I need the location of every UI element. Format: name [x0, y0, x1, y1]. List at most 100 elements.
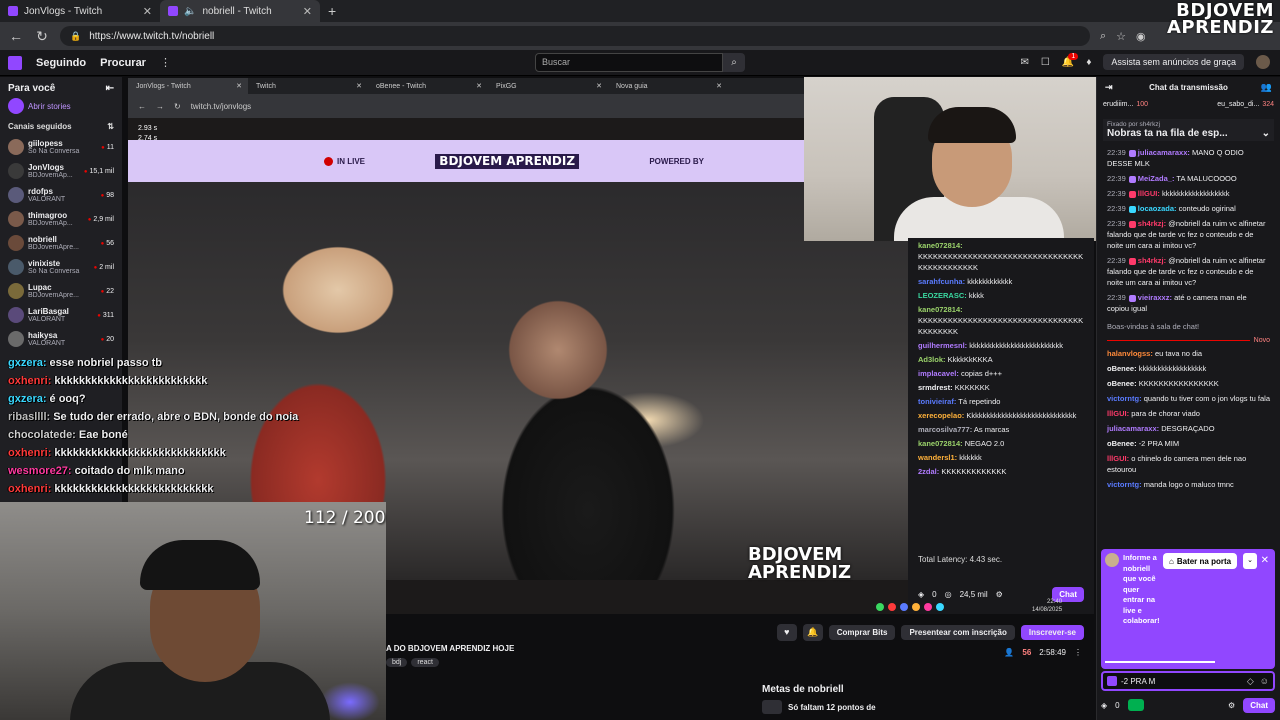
chat-username[interactable]: lllGUI:: [1107, 454, 1129, 463]
sort-icon[interactable]: ⇅: [107, 122, 114, 131]
extension-icon[interactable]: ◉: [1136, 30, 1146, 43]
sidebar-channel-item[interactable]: haikysaVALORANT 20: [0, 327, 122, 351]
gift-sub-button[interactable]: Presentear com inscrição: [901, 625, 1015, 640]
tag-chip[interactable]: bdj: [386, 658, 408, 667]
users-icon[interactable]: 👥: [1261, 82, 1272, 93]
buy-bits-button[interactable]: Comprar Bits: [828, 625, 896, 640]
collapse-chat-icon[interactable]: ⇥: [1105, 82, 1113, 93]
chat-username[interactable]: lllGUI:: [1138, 189, 1160, 198]
sidebar-channel-item[interactable]: LariBasgalVALORANT 311: [0, 303, 122, 327]
more-icon[interactable]: ⋮: [160, 56, 171, 69]
chat-username[interactable]: oBenee:: [1107, 439, 1137, 448]
inner-browser-tab[interactable]: PixGG ✕: [488, 78, 608, 94]
chevron-down-icon[interactable]: ⌄: [1262, 128, 1270, 139]
pinned-message[interactable]: Fixado por sh4rkzj Nobras ta na fila de …: [1103, 119, 1274, 141]
nav-browse[interactable]: Procurar: [100, 57, 146, 69]
sidebar-channel-item[interactable]: vinixisteSó Na Conversa 2 mil: [0, 255, 122, 279]
more-icon[interactable]: ⋮: [1074, 648, 1082, 657]
settings-icon[interactable]: ⚙: [1228, 701, 1235, 710]
inner-browser-tab[interactable]: Twitch ✕: [248, 78, 368, 94]
sidebar-channel-item[interactable]: nobriellBDJovemApre... 56: [0, 231, 122, 255]
sidebar-channel-item[interactable]: thimagrooBDJovemAp... 2,9 mil: [0, 207, 122, 231]
knock-button[interactable]: ⌂ Bater na porta: [1163, 553, 1238, 569]
claim-points-icon[interactable]: [1127, 699, 1144, 711]
chat-username[interactable]: victorntg:: [1107, 394, 1142, 403]
back-icon[interactable]: ←: [8, 28, 24, 44]
ad-free-button[interactable]: Assista sem anúncios de graça: [1103, 54, 1244, 70]
stories-row[interactable]: Abrir stories: [0, 96, 122, 116]
chat-username[interactable]: lllGUI:: [1107, 409, 1129, 418]
close-icon[interactable]: ✕: [356, 82, 362, 90]
back-icon[interactable]: ←: [138, 102, 146, 111]
sidebar-channel-item[interactable]: LupacBDJovemApre... 22: [0, 279, 122, 303]
search-icon[interactable]: ⌕: [723, 53, 745, 72]
sidebar-channel-item[interactable]: giilopessSó Na Conversa 11: [0, 135, 122, 159]
reload-icon[interactable]: ↻: [174, 102, 181, 111]
close-icon[interactable]: ✕: [1261, 555, 1269, 566]
speaker-icon[interactable]: 🔈: [184, 6, 196, 17]
bits-icon[interactable]: ◇: [1247, 676, 1254, 687]
subscribe-button[interactable]: Inscrever-se: [1020, 625, 1084, 640]
close-icon[interactable]: ✕: [143, 5, 152, 18]
chat-input[interactable]: -2 PRA M ◇ ☺: [1101, 671, 1275, 691]
inner-browser-tab[interactable]: oBenee - Twitch ✕: [368, 78, 488, 94]
tray-icon[interactable]: [912, 603, 920, 611]
chat-username[interactable]: oBenee:: [1107, 364, 1137, 373]
chat-username[interactable]: vieiraxxz:: [1138, 293, 1172, 302]
forward-icon[interactable]: →: [156, 102, 164, 111]
tray-icon[interactable]: [924, 603, 932, 611]
channel-points-icon[interactable]: ◈: [1101, 701, 1107, 710]
chat-message: kkkkkkkkkkkkkkkkkkkkkkkkkk: [54, 483, 214, 495]
settings-icon[interactable]: ⚙: [996, 590, 1003, 599]
chat-username[interactable]: juliacamaraxx:: [1107, 424, 1159, 433]
nav-following[interactable]: Seguindo: [36, 57, 86, 69]
search-input[interactable]: Buscar: [535, 53, 723, 72]
close-icon[interactable]: ✕: [303, 5, 312, 18]
tray-icon[interactable]: [876, 603, 884, 611]
sidebar-channel-item[interactable]: JonVlogsBDJovemAp... 15,1 mil: [0, 159, 122, 183]
chat-line: lllGUI: para de chorar viado: [1097, 406, 1280, 421]
new-tab-button[interactable]: +: [320, 3, 344, 19]
close-icon[interactable]: ✕: [596, 82, 602, 90]
inner-browser-tab[interactable]: Nova guia ✕: [608, 78, 728, 94]
channel-info: ♥ 🔔 Comprar Bits Presentear com inscriçã…: [386, 614, 1096, 720]
close-icon[interactable]: ✕: [236, 82, 242, 90]
tray-icon[interactable]: [936, 603, 944, 611]
url-field[interactable]: 🔒 https://www.twitch.tv/nobriell: [60, 26, 1090, 46]
inner-browser-tab[interactable]: JonVlogs - Twitch ✕: [128, 78, 248, 94]
chat-send-button[interactable]: Chat: [1243, 697, 1275, 713]
reload-icon[interactable]: ↻: [34, 28, 50, 45]
zoom-icon[interactable]: ⌕: [1100, 30, 1106, 43]
twitch-logo-icon[interactable]: [8, 55, 22, 70]
crown-icon[interactable]: ♦: [1086, 57, 1091, 68]
chat-username[interactable]: sh4rkzj:: [1138, 256, 1166, 265]
tag-chip[interactable]: react: [411, 658, 439, 667]
browser-tab-jonvlogs[interactable]: JonVlogs - Twitch ✕: [0, 0, 160, 22]
chat-username[interactable]: halanvlogss:: [1107, 349, 1153, 358]
chat-username[interactable]: locaozada:: [1138, 204, 1177, 213]
whisper-icon[interactable]: ☐: [1041, 57, 1050, 68]
chat-username[interactable]: sh4rkzj:: [1138, 219, 1166, 228]
badge-icon[interactable]: [1107, 676, 1117, 686]
emote-icon[interactable]: ☺: [1260, 676, 1269, 687]
sidebar-channel-item[interactable]: rdofpsVALORANT 98: [0, 183, 122, 207]
chevron-down-icon[interactable]: ⌄: [1243, 553, 1257, 569]
tray-icon[interactable]: [900, 603, 908, 611]
heart-icon[interactable]: ♥: [776, 624, 797, 641]
chat-username[interactable]: MeiZada_:: [1138, 174, 1175, 183]
collapse-icon[interactable]: ⇤: [106, 83, 114, 94]
chat-message: conteudo ogirinal: [1178, 204, 1236, 213]
tray-icon[interactable]: [888, 603, 896, 611]
inbox-icon[interactable]: ✉: [1021, 57, 1029, 68]
user-avatar[interactable]: [1256, 55, 1270, 69]
browser-tab-nobriell[interactable]: 🔈 nobriell - Twitch ✕: [160, 0, 320, 22]
chat-username[interactable]: victorntg:: [1107, 480, 1142, 489]
star-icon[interactable]: ☆: [1116, 30, 1126, 43]
close-icon[interactable]: ✕: [716, 82, 722, 90]
close-icon[interactable]: ✕: [476, 82, 482, 90]
chat-username[interactable]: juliacamaraxx:: [1138, 148, 1190, 157]
notifications-icon[interactable]: 🔔 1: [1062, 52, 1079, 68]
channel-points-icon[interactable]: ◈: [918, 590, 924, 599]
chat-username[interactable]: oBenee:: [1107, 379, 1137, 388]
bell-icon[interactable]: 🔔: [802, 624, 823, 641]
